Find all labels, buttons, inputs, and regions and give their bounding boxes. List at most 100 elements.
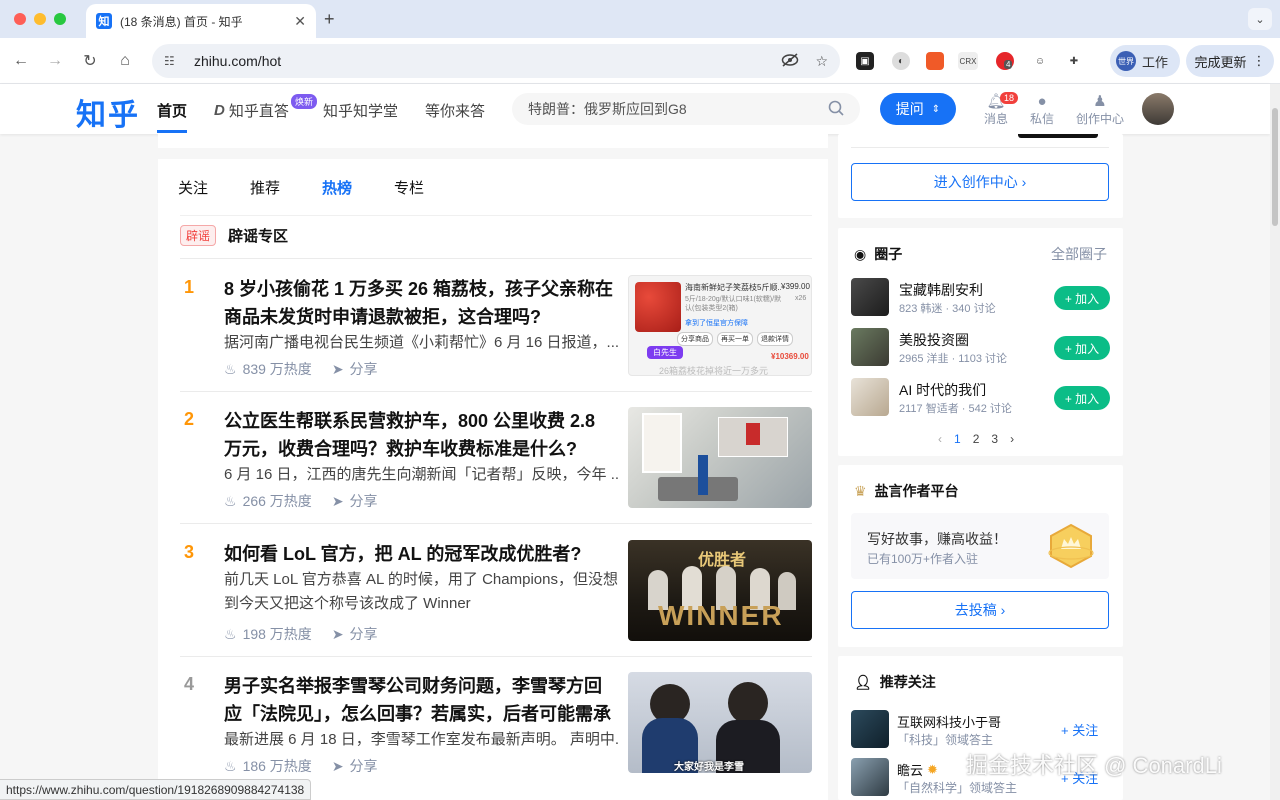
puzzle-extensions-icon[interactable]: ✚ [1065, 52, 1083, 70]
extension-orange-icon[interactable] [926, 52, 944, 70]
crx-extension-icon[interactable]: CRX [958, 52, 978, 70]
updown-chevron-icon: ⇕ [931, 103, 941, 115]
share-button[interactable]: ➤ 分享 [332, 491, 378, 511]
search-icon[interactable] [828, 100, 844, 119]
circle-stats: 2117 智适者 · 542 讨论 [899, 403, 1012, 415]
robot-extension-icon[interactable]: ☺ [1031, 52, 1049, 70]
pager-prev-icon[interactable]: ‹ [938, 432, 942, 446]
page-scrollbar-thumb[interactable] [1272, 108, 1278, 226]
close-window-button[interactable] [14, 13, 26, 25]
pager-page[interactable]: 2 [973, 432, 980, 446]
profile-button[interactable]: 世界 工作 [1110, 45, 1180, 77]
promo-title: 写好故事，赚高收益！ [867, 531, 1007, 547]
zoom-window-button[interactable] [54, 13, 66, 25]
hot-title[interactable]: 公立医生帮联系民营救护车，800 公里收费 2.8 万元，收费合理吗？救护车收费… [224, 407, 618, 463]
share-button[interactable]: ➤ 分享 [332, 756, 378, 776]
hot-excerpt[interactable]: 6 月 16 日，江西的唐先生向潮新闻「记者帮」反映，今年 ... [224, 463, 618, 487]
user-name[interactable]: 互联网科技小于哥 [897, 712, 1001, 731]
follow-button[interactable]: + 关注 [1061, 720, 1098, 739]
creator-center-button[interactable]: ♟ 创作中心 [1074, 94, 1126, 127]
tab-column[interactable]: 专栏 [394, 177, 424, 198]
back-arrow-icon[interactable]: ← [10, 50, 32, 72]
extension-grey-icon[interactable]: ◐ [892, 52, 910, 70]
search-input[interactable]: 特朗普：俄罗斯应回到G8 [512, 93, 860, 125]
hot-list-item[interactable]: 1 8 岁小孩偷花 1 万多买 26 箱荔枝，孩子父亲称在商品未发货时申请退款被… [180, 275, 812, 377]
bookmark-star-icon[interactable]: ☆ [815, 53, 828, 70]
tab-search-chevron-icon[interactable]: ⌄ [1248, 8, 1272, 30]
all-circles-link[interactable]: 全部圈子 [1051, 244, 1107, 264]
hot-meta: ♨ 198 万热度 ➤ 分享 [224, 624, 378, 644]
tab-recommend[interactable]: 推荐 [250, 177, 280, 198]
hot-title[interactable]: 男子实名举报李雪琴公司财务问题，李雪琴方回应「法院见」，怎么回事？若属实，后者可… [224, 672, 618, 728]
zhihu-favicon-icon: 知 [96, 13, 112, 29]
reload-icon[interactable]: ↻ [79, 50, 101, 72]
tab-close-icon[interactable]: ✕ [294, 13, 306, 30]
share-button[interactable]: ➤ 分享 [332, 359, 378, 379]
url-text[interactable]: zhihu.com/hot [194, 53, 765, 69]
submit-manuscript-button[interactable]: 去投稿 › [851, 591, 1109, 629]
heat-value: 839 万热度 [242, 361, 312, 377]
thumb-promo: 拿到了恒星官方保障 [685, 320, 748, 327]
minimize-window-button[interactable] [34, 13, 46, 25]
watermark-text: 掘金技术社区 @ ConardLi [966, 753, 1222, 778]
yanxuan-promo[interactable]: 写好故事，赚高收益！ 已有100万+作者入驻 [851, 513, 1109, 579]
rumor-zone[interactable]: 辟谣 辟谣专区 [180, 225, 288, 246]
enter-creator-center-button[interactable]: 进入创作中心 › [851, 163, 1109, 201]
hot-excerpt[interactable]: 前几天 LoL 官方恭喜 AL 的时候，用了 Champions，但没想到今天又… [224, 568, 618, 616]
share-button[interactable]: ➤ 分享 [332, 624, 378, 644]
user-desc: 「科技」领域答主 [897, 733, 994, 747]
update-button[interactable]: 完成更新 ⋮ [1186, 45, 1274, 77]
more-menu-icon[interactable]: ⋮ [1253, 53, 1266, 69]
hot-excerpt[interactable]: 据河南广播电视台民生频道《小莉帮忙》6 月 16 日报道，... [224, 331, 618, 355]
join-circle-button[interactable]: + 加入 [1054, 386, 1110, 410]
user-avatar[interactable] [1142, 93, 1174, 125]
hot-list-item[interactable]: 4 男子实名举报李雪琴公司财务问题，李雪琴方回应「法院见」，怎么回事？若属实，后… [180, 672, 812, 774]
flame-icon: ♨ [224, 492, 237, 509]
divider [180, 656, 812, 657]
user-avatar [851, 758, 889, 796]
ask-question-button[interactable]: 提问 ⇕ [880, 93, 956, 125]
pager-page[interactable]: 1 [954, 432, 961, 446]
eye-off-icon[interactable] [781, 52, 799, 70]
nav-zhida[interactable]: D 知乎直答 [214, 100, 289, 121]
tab-hot[interactable]: 热榜 [322, 177, 352, 198]
pager-next-icon[interactable]: › [1010, 432, 1014, 446]
hot-list-item[interactable]: 3 如何看 LoL 官方，把 AL 的冠军改成优胜者? 前几天 LoL 官方恭喜… [180, 540, 812, 642]
new-tab-button[interactable]: + [324, 9, 335, 30]
zhihu-logo[interactable]: 知乎 [76, 90, 140, 134]
hot-thumbnail[interactable]: 海南新鲜妃子笑荔枝5斤顺... ¥399.00 5斤/18-20g/默认口味1(… [628, 275, 812, 376]
zhihu-header: 知乎 首页 D 知乎直答 焕新 知乎知学堂 等你来答 特朗普：俄罗斯应回到G8 … [0, 84, 1270, 134]
hot-list-item[interactable]: 2 公立医生帮联系民营救护车，800 公里收费 2.8 万元，收费合理吗？救护车… [180, 407, 812, 509]
nav-zhixuetang[interactable]: 知乎知学堂 [323, 100, 398, 121]
extension-red-icon[interactable]: 4 [996, 52, 1014, 70]
tab-follow[interactable]: 关注 [178, 177, 208, 198]
circle-item[interactable]: AI 时代的我们 2117 智适者 · 542 讨论 + 加入 [851, 378, 1110, 418]
dark-button-remnant [1018, 134, 1098, 138]
forward-arrow-icon[interactable]: → [44, 50, 66, 72]
address-bar[interactable]: ☷ zhihu.com/hot ☆ [152, 44, 840, 78]
hot-title[interactable]: 如何看 LoL 官方，把 AL 的冠军改成优胜者? [224, 540, 618, 568]
hot-thumbnail[interactable]: 优胜者 WINNER [628, 540, 812, 641]
creator-label: 创作中心 [1075, 112, 1124, 126]
hot-title[interactable]: 8 岁小孩偷花 1 万多买 26 箱荔枝，孩子父亲称在商品未发货时申请退款被拒，… [224, 275, 618, 331]
nav-home[interactable]: 首页 [157, 100, 187, 121]
hot-thumbnail[interactable] [628, 407, 812, 508]
pager-page[interactable]: 3 [991, 432, 998, 446]
hot-thumbnail[interactable]: 大家好我是李雪 [628, 672, 812, 773]
join-circle-button[interactable]: + 加入 [1054, 336, 1110, 360]
direct-message-button[interactable]: ● 私信 [1018, 94, 1066, 127]
home-icon[interactable]: ⌂ [114, 50, 136, 72]
browser-tab-active[interactable]: 知 (18 条消息) 首页 - 知乎 ✕ [86, 4, 316, 38]
thumb-caption: 大家好我是李雪 [674, 762, 744, 773]
join-circle-button[interactable]: + 加入 [1054, 286, 1110, 310]
circle-item[interactable]: 宝藏韩剧安利 823 韩迷 · 340 讨论 + 加入 [851, 278, 1110, 318]
circle-item[interactable]: 美股投资圈 2965 洋韭 · 1103 讨论 + 加入 [851, 328, 1110, 368]
recommend-user-item[interactable]: 互联网科技小于哥 「科技」领域答主 + 关注 [851, 710, 1109, 750]
site-settings-icon[interactable]: ☷ [164, 54, 180, 68]
nav-waiting-answer[interactable]: 等你来答 [425, 100, 485, 121]
nav-home-underline [157, 130, 187, 133]
hot-excerpt[interactable]: 最新进展 6 月 18 日，李雪琴工作室发布最新声明。 声明中... [224, 728, 618, 752]
user-name-row[interactable]: 瞻云 ✹ [897, 760, 938, 779]
messages-button[interactable]: 🔔︎ 18 消息 [972, 92, 1020, 127]
extension-icon[interactable]: ▣ [856, 52, 874, 70]
